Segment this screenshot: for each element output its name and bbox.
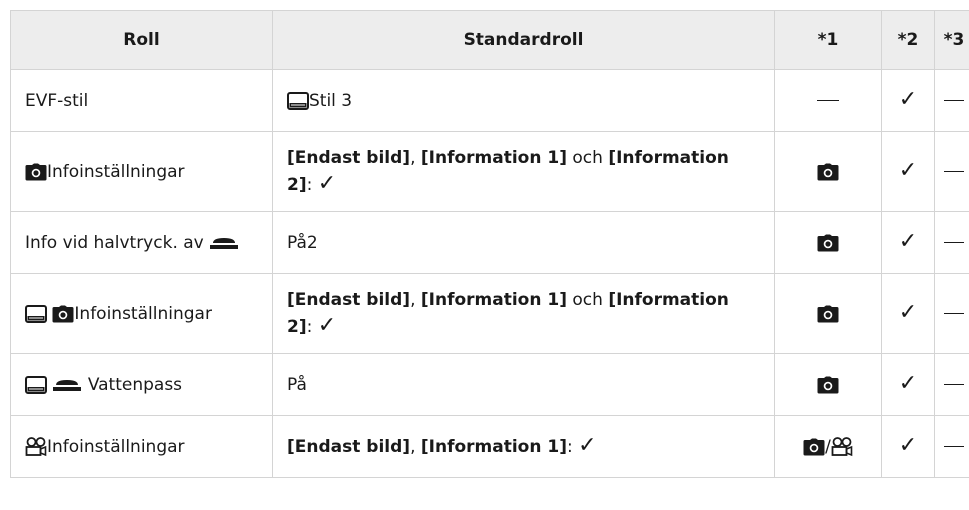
table-row: Info vid halvtryck. av På2 ✓ (10, 211, 969, 274)
table-row: Infoinställningar [Endast bild], [Inform… (10, 131, 969, 212)
value-colon: : (306, 317, 318, 337)
dash-mark (944, 384, 964, 385)
row-label: Vattenpass (10, 353, 273, 416)
dash-mark (944, 171, 964, 172)
note-2-cell: ✓ (881, 353, 935, 416)
note-1-cell (774, 353, 882, 416)
header-note-3: *3 (934, 10, 969, 70)
evf-monitor-icon (25, 375, 47, 394)
checkmark-icon: ✓ (898, 158, 918, 183)
header-row: Roll Standardroll *1 *2 *3 (10, 10, 969, 70)
checkmark-icon: ✓ (898, 229, 918, 254)
camera-icon (817, 234, 839, 252)
value-endast-bild: [Endast bild] (287, 437, 411, 457)
note-1-cell: / (774, 415, 882, 478)
dash-mark (817, 100, 839, 101)
note-3-cell (934, 211, 969, 274)
row-default: [Endast bild], [Information 1] och [Info… (272, 273, 775, 354)
checkmark-icon: ✓ (898, 87, 918, 112)
row-label-text: Infoinställningar (47, 436, 185, 457)
note-2-cell: ✓ (881, 211, 935, 274)
row-label-text: Infoinställningar (74, 303, 212, 324)
note-2-cell: ✓ (881, 273, 935, 354)
note-3-cell (934, 353, 969, 416)
row-label-text: Vattenpass (87, 374, 183, 395)
row-label: Info vid halvtryck. av (10, 211, 273, 274)
checkmark-icon: ✓ (898, 433, 918, 458)
value-endast-bild: [Endast bild] (287, 148, 411, 168)
value-separator: , (410, 437, 421, 457)
camera-icon (52, 305, 74, 323)
row-label: Infoinställningar (10, 273, 273, 354)
dash-mark (944, 242, 964, 243)
row-label: EVF-stil (10, 69, 273, 132)
row-default-text: Stil 3 (309, 90, 353, 111)
shutter-button-icon (52, 378, 82, 392)
table-row: Infoinställningar [Endast bild], [Inform… (10, 273, 969, 354)
camera-icon (25, 163, 47, 181)
movie-camera-icon (25, 436, 47, 457)
header-roll: Roll (10, 10, 273, 70)
header-standardroll: Standardroll (272, 10, 775, 70)
camera-icon (817, 376, 839, 394)
evf-monitor-icon (25, 304, 47, 323)
checkmark-icon: ✓ (317, 313, 337, 338)
row-default: [Endast bild], [Information 1]: ✓ (272, 415, 775, 478)
row-default: På (272, 353, 775, 416)
table-row: Vattenpass På ✓ (10, 353, 969, 416)
checkmark-icon: ✓ (898, 371, 918, 396)
note-1-cell (774, 273, 882, 354)
note-2-cell: ✓ (881, 415, 935, 478)
camera-icon (803, 438, 825, 456)
dash-mark (944, 100, 964, 101)
row-default-text: På (287, 374, 307, 395)
note-2-cell: ✓ (881, 131, 935, 212)
value-information-1: [Information 1] (420, 437, 567, 457)
value-endast-bild: [Endast bild] (287, 290, 411, 310)
value-colon: : (566, 437, 579, 457)
row-default: Stil 3 (272, 69, 775, 132)
settings-table: Roll Standardroll *1 *2 *3 EVF-stil Stil… (10, 10, 969, 478)
row-default-text: På2 (287, 232, 318, 253)
dash-mark (944, 313, 964, 314)
note-3-cell (934, 131, 969, 212)
checkmark-icon: ✓ (898, 300, 918, 325)
movie-camera-icon (831, 436, 853, 457)
checkmark-icon: ✓ (317, 171, 337, 196)
note-1-cell (774, 211, 882, 274)
note-1-cell (774, 69, 882, 132)
row-default: [Endast bild], [Information 1] och [Info… (272, 131, 775, 212)
value-colon: : (306, 175, 318, 195)
table-row: Infoinställningar [Endast bild], [Inform… (10, 415, 969, 478)
checkmark-icon: ✓ (578, 433, 597, 458)
value-information-1: [Information 1] (420, 148, 567, 168)
shutter-button-icon (209, 236, 239, 250)
row-label-text: Infoinställningar (47, 161, 185, 182)
value-separator: , (410, 148, 421, 168)
dash-mark (944, 446, 964, 447)
row-label-text: Info vid halvtryck. av (25, 232, 204, 253)
header-note-1: *1 (774, 10, 882, 70)
camera-icon (817, 163, 839, 181)
value-och: och (566, 148, 609, 168)
note-3-cell (934, 69, 969, 132)
camera-icon (817, 305, 839, 323)
note-1-cell (774, 131, 882, 212)
table-row: EVF-stil Stil 3 ✓ (10, 69, 969, 132)
row-default: På2 (272, 211, 775, 274)
row-label-text: EVF-stil (25, 90, 89, 111)
note-3-cell (934, 273, 969, 354)
value-information-1: [Information 1] (420, 290, 567, 310)
row-label: Infoinställningar (10, 131, 273, 212)
value-separator: , (410, 290, 421, 310)
evf-monitor-icon (287, 91, 309, 110)
note-3-cell (934, 415, 969, 478)
note-2-cell: ✓ (881, 69, 935, 132)
value-och: och (566, 290, 609, 310)
header-note-2: *2 (881, 10, 935, 70)
row-label: Infoinställningar (10, 415, 273, 478)
